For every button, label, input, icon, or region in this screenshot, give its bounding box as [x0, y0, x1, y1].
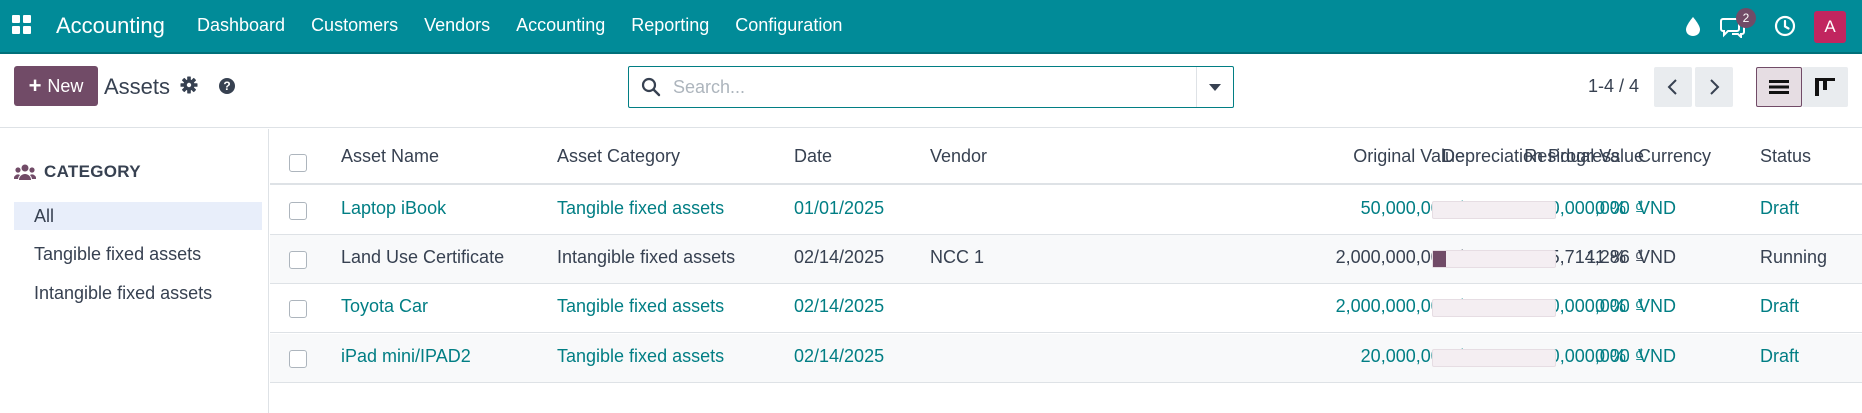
list-view-icon — [1769, 80, 1789, 94]
row-checkbox[interactable] — [289, 300, 307, 318]
asset-name[interactable]: iPad mini/IPAD2 — [341, 346, 471, 367]
table-row[interactable]: Laptop iBook Tangible fixed assets 01/01/2… — [270, 186, 1862, 235]
apps-grid-icon[interactable] — [12, 15, 32, 35]
menu-accounting[interactable]: Accounting — [516, 15, 605, 36]
row-checkbox[interactable] — [289, 202, 307, 220]
asset-currency[interactable]: VND — [1638, 198, 1676, 219]
sidebar-item-tangible[interactable]: Tangible fixed assets — [14, 240, 262, 268]
depreciation-progress-bar — [1432, 299, 1556, 317]
asset-name[interactable]: Land Use Certificate — [341, 247, 504, 268]
category-sidebar: CATEGORY All Tangible fixed assets Intan… — [0, 129, 269, 413]
asset-status: Draft — [1760, 296, 1800, 316]
chevron-left-icon — [1667, 79, 1677, 95]
menu-configuration[interactable]: Configuration — [735, 15, 842, 36]
table-header: Asset Name Asset Category Date Vendor Or… — [270, 129, 1862, 185]
search-bar — [628, 66, 1234, 108]
control-panel: + New Assets ? 1-4 / 4 — [0, 56, 1862, 128]
list-view-button[interactable] — [1756, 67, 1802, 107]
asset-date: 02/14/2025 — [794, 247, 885, 267]
main-menu: Dashboard Customers Vendors Accounting R… — [197, 15, 868, 36]
col-date[interactable]: Date — [794, 146, 832, 167]
search-options-toggle-icon[interactable] — [1209, 84, 1221, 91]
app-brand[interactable]: Accounting — [56, 13, 165, 39]
chevron-right-icon — [1710, 79, 1720, 95]
asset-category[interactable]: Tangible fixed assets — [557, 296, 724, 317]
menu-customers[interactable]: Customers — [311, 15, 398, 36]
gear-icon[interactable] — [180, 76, 198, 94]
depreciation-progress-fill — [1433, 251, 1447, 267]
col-asset-category[interactable]: Asset Category — [557, 146, 680, 167]
asset-vendor[interactable]: NCC 1 — [930, 247, 984, 268]
col-vendor[interactable]: Vendor — [930, 146, 987, 167]
depreciation-progress-label: 0 % — [1594, 198, 1626, 218]
asset-currency[interactable]: VND — [1638, 346, 1676, 367]
table-row[interactable]: iPad mini/IPAD2 Tangible fixed assets 02/1… — [270, 334, 1862, 383]
droplet-icon[interactable] — [1682, 14, 1704, 38]
plus-icon: + — [28, 73, 42, 98]
pager-value[interactable]: 1-4 / 4 — [1588, 76, 1639, 97]
menu-dashboard[interactable]: Dashboard — [197, 15, 285, 36]
asset-category[interactable]: Intangible fixed assets — [557, 247, 735, 268]
asset-status: Draft — [1760, 198, 1800, 218]
asset-currency[interactable]: VND — [1638, 296, 1676, 317]
row-checkbox[interactable] — [289, 350, 307, 368]
asset-category[interactable]: Tangible fixed assets — [557, 198, 724, 219]
new-button[interactable]: + New — [14, 66, 98, 106]
sidebar-item-intangible[interactable]: Intangible fixed assets — [14, 279, 262, 307]
search-divider — [1196, 67, 1197, 107]
pager-previous-button[interactable] — [1654, 67, 1692, 107]
col-asset-name[interactable]: Asset Name — [341, 146, 439, 167]
asset-date: 02/14/2025 — [794, 296, 885, 316]
users-icon — [14, 164, 36, 180]
col-depreciation-progress[interactable]: Depreciation Progress — [1442, 146, 1620, 167]
col-status[interactable]: Status — [1760, 146, 1811, 167]
page-title[interactable]: Assets — [104, 74, 170, 100]
select-all-checkbox[interactable] — [289, 154, 307, 172]
asset-name[interactable]: Toyota Car — [341, 296, 428, 317]
menu-vendors[interactable]: Vendors — [424, 15, 490, 36]
table-row[interactable]: Toyota Car Tangible fixed assets 02/14/202… — [270, 284, 1862, 333]
search-icon — [641, 77, 661, 97]
depreciation-progress-label: 0 % — [1594, 346, 1626, 366]
row-checkbox[interactable] — [289, 251, 307, 269]
clock-icon[interactable] — [1774, 14, 1796, 38]
kanban-view-button[interactable] — [1802, 67, 1848, 107]
asset-name[interactable]: Laptop iBook — [341, 198, 446, 219]
asset-date: 01/01/2025 — [794, 198, 885, 218]
col-currency[interactable]: Currency — [1638, 146, 1711, 167]
user-avatar[interactable]: A — [1814, 11, 1846, 43]
depreciation-progress-bar — [1432, 250, 1556, 268]
depreciation-progress-label: 11 % — [1586, 247, 1626, 267]
depreciation-progress-bar — [1432, 201, 1556, 219]
sidebar-item-all[interactable]: All — [14, 202, 262, 230]
asset-status: Running — [1760, 247, 1828, 267]
asset-status: Draft — [1760, 346, 1800, 366]
category-header: CATEGORY — [14, 162, 141, 182]
table-row[interactable]: Land Use Certificate Intangible fixed ass… — [270, 235, 1862, 284]
category-header-label: CATEGORY — [44, 162, 141, 181]
search-input[interactable] — [673, 75, 1173, 99]
help-icon[interactable]: ? — [219, 78, 235, 94]
depreciation-progress-label: 0 % — [1594, 296, 1626, 316]
asset-date: 02/14/2025 — [794, 346, 885, 366]
messages-badge: 2 — [1736, 8, 1756, 28]
asset-currency[interactable]: VND — [1638, 247, 1676, 268]
new-button-label: New — [47, 75, 84, 96]
kanban-view-icon — [1815, 78, 1835, 96]
menu-reporting[interactable]: Reporting — [631, 15, 709, 36]
top-navbar: Accounting Dashboard Customers Vendors A… — [0, 0, 1862, 54]
depreciation-progress-bar — [1432, 349, 1556, 367]
asset-category[interactable]: Tangible fixed assets — [557, 346, 724, 367]
pager-next-button[interactable] — [1695, 67, 1733, 107]
